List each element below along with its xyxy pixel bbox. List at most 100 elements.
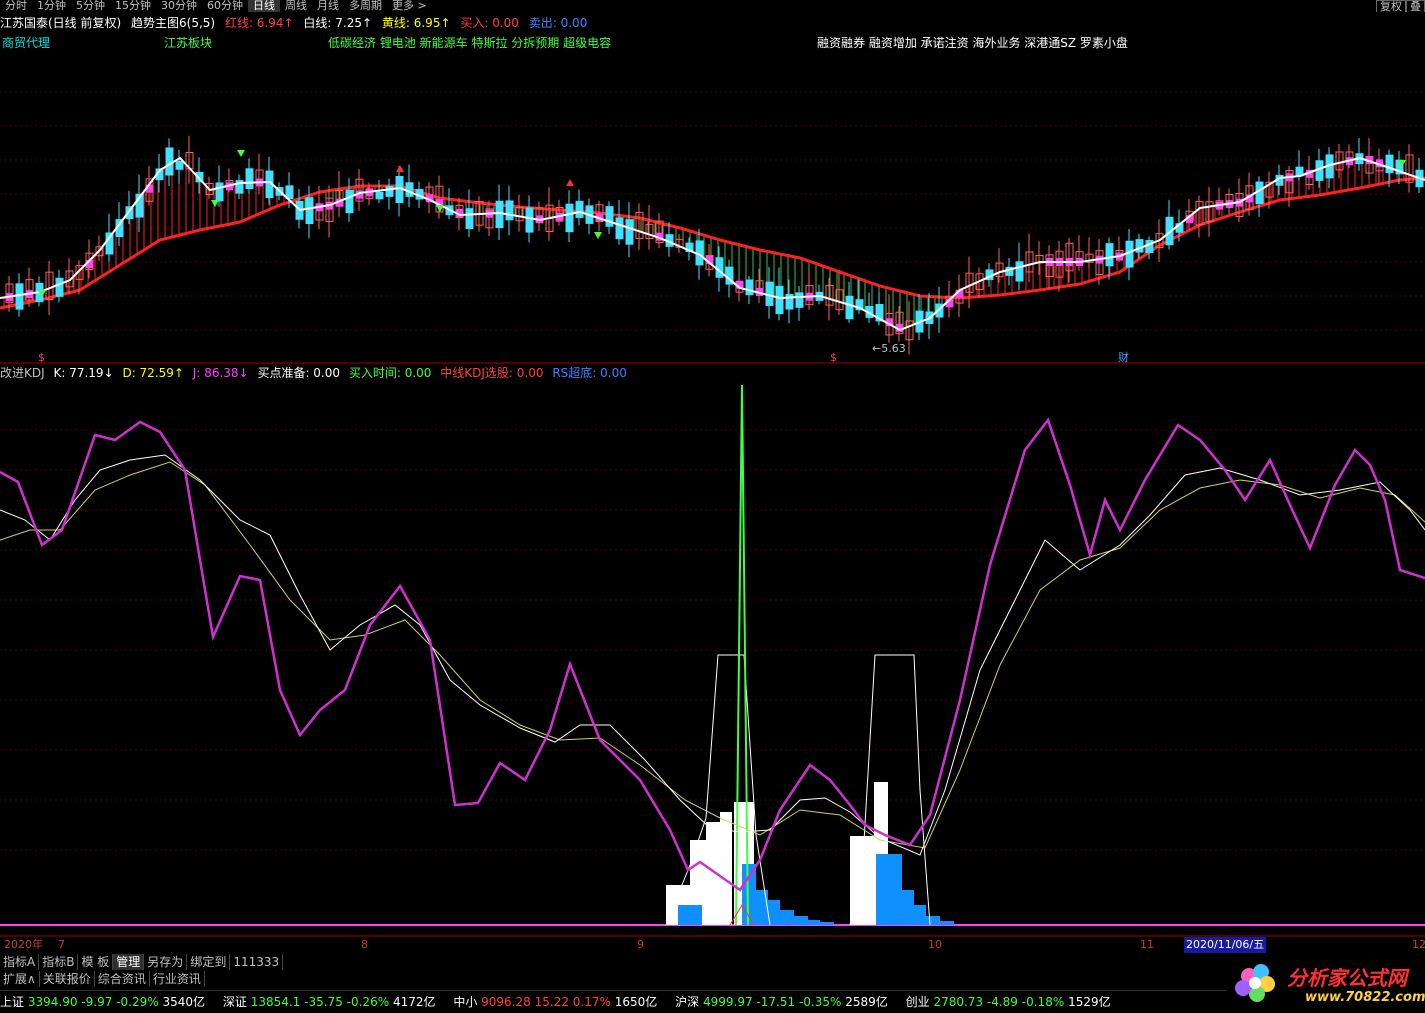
index-pct: -0.35%: [798, 995, 842, 1009]
candle-body: [615, 217, 624, 240]
low-price-label: ←5.63: [872, 342, 906, 355]
index-price: 9096.28: [481, 995, 531, 1009]
index-volume: 1650亿: [614, 995, 658, 1009]
index-pct: -0.26%: [346, 995, 390, 1009]
main-chart-title: 江苏国泰(日线 前复权) 趋势主图6(5,5) 红线: 6.94↑ 白线: 7.…: [0, 14, 1425, 32]
index-name: 沪深: [675, 995, 700, 1009]
histogram-bar-blue: [678, 905, 702, 925]
tab-custom[interactable]: 111333: [230, 954, 284, 970]
candle-body: [345, 189, 354, 214]
period-tab[interactable]: 1分钟: [32, 0, 71, 12]
candle-body: [495, 200, 504, 229]
histogram-bar-blue: [876, 854, 902, 925]
index-name: 创业: [905, 995, 930, 1009]
period-tab[interactable]: 5分钟: [71, 0, 110, 12]
kdj-buytime: 买入时间: 0.00: [348, 366, 432, 380]
candle-body: [795, 292, 804, 308]
candle-body: [1015, 261, 1024, 282]
kdj-d-line: [0, 461, 1425, 849]
concept-tags[interactable]: 融资融券 融资增加 承诺注资 海外业务 深港通SZ 罗素小盘: [817, 34, 1128, 52]
index-volume: 1529亿: [1068, 995, 1111, 1009]
candle-body: [565, 203, 574, 233]
event-marker: $: [38, 351, 45, 364]
index-item[interactable]: 上证 3394.90 -9.97 -0.29% 3540亿: [0, 991, 205, 1013]
candle-body: [505, 200, 514, 221]
index-item[interactable]: 中小 9096.28 15.22 0.17% 1650亿: [453, 991, 657, 1013]
period-tab-daily[interactable]: 日线: [248, 0, 280, 12]
white-trend-line: [0, 156, 1425, 332]
kdj-k-line: [0, 454, 1425, 856]
period-tab[interactable]: 分时: [0, 0, 32, 12]
index-volume: 2589亿: [845, 995, 888, 1009]
info-tabs: 扩展∧ 关联报价 综合资讯 行业资讯: [0, 971, 1425, 987]
white-line-value: 白线: 7.25↑: [303, 16, 373, 30]
period-tab-more[interactable]: 更多 >: [387, 0, 432, 12]
index-item[interactable]: 创业 2780.73 -4.89 -0.18% 1529亿: [906, 991, 1111, 1013]
candle-body: [375, 191, 384, 200]
candle-body: [175, 160, 184, 170]
candle-body: [405, 182, 414, 197]
overlay-button[interactable]: 叠: [1406, 0, 1425, 12]
period-tab[interactable]: 60分钟: [202, 0, 248, 12]
candle-body: [215, 182, 224, 202]
tab-bind[interactable]: 绑定到: [187, 954, 231, 970]
tab-expand[interactable]: 扩展∧: [0, 971, 40, 987]
period-tab[interactable]: 多周期: [344, 0, 387, 12]
period-tab[interactable]: 30分钟: [156, 0, 202, 12]
candle-body: [465, 208, 474, 229]
red-line-value: 红线: 6.94↑: [224, 16, 294, 30]
concept-trade[interactable]: 商贸代理: [2, 34, 50, 52]
index-volume: 3540亿: [162, 995, 206, 1009]
candle-body: [305, 197, 314, 225]
axis-month: 7: [58, 938, 65, 951]
tab-save-as[interactable]: 另存为: [144, 954, 188, 970]
period-tab[interactable]: 周线: [280, 0, 312, 12]
axis-year: 2020年: [4, 938, 43, 951]
kdj-chart[interactable]: [0, 382, 1425, 937]
candle-body: [575, 200, 584, 218]
candle-body: [245, 168, 254, 190]
index-change: -17.51: [756, 995, 796, 1009]
candlestick-chart[interactable]: ←5.63 财 $ $: [0, 52, 1425, 364]
tab-indicator-a[interactable]: 指标A: [0, 954, 40, 970]
histogram-bar-blue: [940, 921, 954, 925]
tab-manage[interactable]: 管理: [113, 954, 145, 970]
axis-month: 8: [361, 938, 368, 951]
kdj-j-line: [0, 417, 1425, 892]
concept-region[interactable]: 江苏板块: [164, 34, 212, 52]
candle-body: [775, 285, 784, 315]
concept-row: 商贸代理 江苏板块 低碳经济 锂电池 新能源车 特斯拉 分拆预期 超级电容 融资…: [0, 34, 1425, 52]
cursor-date: 2020/11/06/五: [1184, 937, 1267, 953]
index-item[interactable]: 深证 13854.1 -35.75 -0.26% 4172亿: [223, 991, 436, 1013]
period-tab[interactable]: 15分钟: [110, 0, 156, 12]
candle-body: [845, 295, 854, 320]
tab-indicator-b[interactable]: 指标B: [39, 954, 79, 970]
index-change: -4.89: [986, 995, 1018, 1009]
tab-template[interactable]: 模 板: [78, 954, 114, 970]
index-volume: 4172亿: [392, 995, 436, 1009]
kdj-name[interactable]: 改进KDJ: [0, 366, 45, 380]
finance-marker: 财: [1118, 350, 1129, 364]
tab-industry-news[interactable]: 行业资讯: [150, 971, 205, 987]
tab-news[interactable]: 综合资讯: [95, 971, 150, 987]
tab-related-quotes[interactable]: 关联报价: [40, 971, 95, 987]
index-name: 深证: [222, 995, 247, 1009]
fuquan-button[interactable]: 复权: [1376, 0, 1406, 12]
histogram-bar-blue: [794, 916, 808, 925]
stock-name: 江苏国泰(日线 前复权): [0, 16, 122, 30]
axis-month: 12: [1412, 938, 1425, 951]
candle-body: [1105, 243, 1114, 267]
index-item[interactable]: 沪深 4999.97 -17.51 -0.35% 2589亿: [675, 991, 888, 1013]
index-price: 3394.90: [27, 995, 78, 1009]
histogram-bar-blue: [756, 890, 768, 925]
candle-body: [15, 283, 24, 310]
concept-themes[interactable]: 低碳经济 锂电池 新能源车 特斯拉 分拆预期 超级电容: [328, 34, 611, 52]
period-tab[interactable]: 月线: [312, 0, 344, 12]
axis-month: 9: [637, 938, 644, 951]
kdj-j: J: 86.38↓: [192, 366, 249, 380]
indicator-name[interactable]: 趋势主图6(5,5): [131, 16, 215, 30]
histogram-bar-blue: [820, 922, 834, 925]
candle-body: [55, 277, 64, 297]
index-change: -35.75: [304, 995, 343, 1009]
candle-body: [165, 147, 174, 176]
